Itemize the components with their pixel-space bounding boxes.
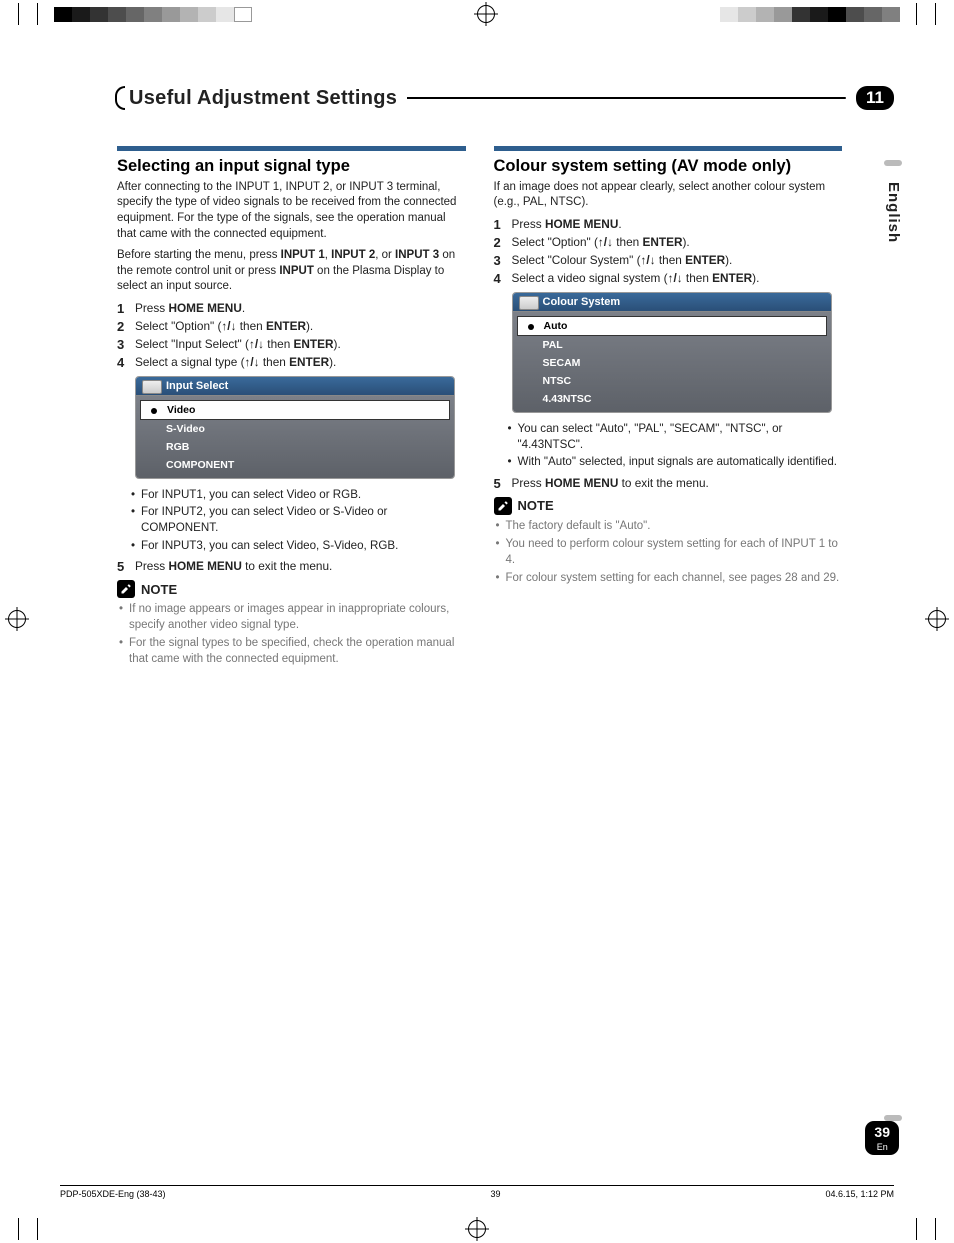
note-item: For colour system setting for each chann…: [496, 571, 843, 587]
up-down-arrow-icon: ↑/↓: [641, 253, 656, 267]
step-list: 5 Press HOME MENU to exit the menu.: [117, 559, 466, 574]
step-text: Press HOME MENU.: [512, 217, 622, 231]
osd-item: NTSC: [517, 372, 827, 390]
step-number: 1: [494, 217, 512, 232]
list-item: For INPUT2, you can select Video or S-Vi…: [131, 504, 466, 535]
footer-right: 04.6.15, 1:12 PM: [825, 1189, 894, 1199]
bullet-list: You can select "Auto", "PAL", "SECAM", "…: [508, 421, 843, 470]
registration-mark: [477, 5, 495, 23]
osd-item: SECAM: [517, 354, 827, 372]
footer-center: 39: [166, 1189, 826, 1199]
step-text: Select a video signal system (↑/↓ then E…: [512, 271, 760, 285]
up-down-arrow-icon: ↑/↓: [249, 337, 264, 351]
section-heading: Selecting an input signal type: [117, 157, 466, 176]
step-number: 2: [494, 235, 512, 250]
step-text: Select "Input Select" (↑/↓ then ENTER).: [135, 337, 341, 351]
crop-marks-top: [0, 0, 954, 28]
osd-item: 4.43NTSC: [517, 390, 827, 408]
section-heading: Colour system setting (AV mode only): [494, 157, 843, 176]
page-header: Useful Adjustment Settings 11: [115, 86, 894, 110]
bullet-list: For INPUT1, you can select Video or RGB.…: [131, 487, 466, 554]
grayscale-strip: [54, 7, 252, 22]
registration-mark-left: [8, 610, 26, 628]
osd-menu-colour-system: Colour System Auto PAL SECAM NTSC 4.43NT…: [512, 292, 832, 413]
accent-bar: [494, 146, 843, 151]
step-number: 2: [117, 319, 135, 334]
list-item: With "Auto" selected, input signals are …: [508, 454, 843, 470]
osd-title: Input Select: [136, 377, 454, 396]
note-icon: [117, 580, 135, 598]
step-text: Press HOME MENU to exit the menu.: [512, 476, 709, 490]
pre-step-note: Before starting the menu, press INPUT 1,…: [117, 248, 466, 295]
step-list: 1 Press HOME MENU. 2 Select "Option" (↑/…: [494, 217, 843, 286]
note-icon: [494, 497, 512, 515]
step-number: 4: [117, 355, 135, 370]
side-tab-pill: [884, 160, 902, 166]
page-number-lang: En: [874, 1142, 890, 1152]
note-list: The factory default is "Auto". You need …: [496, 519, 843, 587]
registration-mark: [468, 1220, 486, 1238]
step-text: Select "Option" (↑/↓ then ENTER).: [135, 319, 313, 333]
right-column: Colour system setting (AV mode only) If …: [494, 146, 843, 670]
grayscale-strip: [720, 7, 900, 22]
language-tab: English: [885, 182, 902, 243]
step-number: 3: [117, 337, 135, 352]
step-text: Select "Option" (↑/↓ then ENTER).: [512, 235, 690, 249]
step-list: 5 Press HOME MENU to exit the menu.: [494, 476, 843, 491]
up-down-arrow-icon: ↑/↓: [668, 271, 683, 285]
step-number: 5: [117, 559, 135, 574]
up-down-arrow-icon: ↑/↓: [245, 355, 260, 369]
osd-menu-input-select: Input Select Video S-Video RGB COMPONENT: [135, 376, 455, 479]
note-item: For the signal types to be specified, ch…: [119, 636, 466, 667]
osd-title: Colour System: [513, 293, 831, 312]
osd-item: S-Video: [140, 420, 450, 438]
note-list: If no image appears or images appear in …: [119, 602, 466, 667]
list-item: You can select "Auto", "PAL", "SECAM", "…: [508, 421, 843, 452]
header-rule: [407, 97, 846, 99]
page-number-badge: 39 En: [865, 1121, 899, 1155]
list-item: For INPUT3, you can select Video, S-Vide…: [131, 538, 466, 554]
osd-item-selected: Auto: [517, 316, 827, 336]
step-text: Select a signal type (↑/↓ then ENTER).: [135, 355, 336, 369]
osd-item-selected: Video: [140, 400, 450, 420]
osd-item: RGB: [140, 438, 450, 456]
left-column: Selecting an input signal type After con…: [117, 146, 466, 670]
page-number: 39: [874, 1124, 890, 1140]
note-item: You need to perform colour system settin…: [496, 537, 843, 568]
section-intro: If an image does not appear clearly, sel…: [494, 180, 843, 211]
crop-marks-bottom: [0, 1215, 954, 1243]
step-number: 4: [494, 271, 512, 286]
content-columns: Selecting an input signal type After con…: [117, 146, 842, 670]
step-text: Press HOME MENU.: [135, 301, 245, 315]
step-text: Select "Colour System" (↑/↓ then ENTER).: [512, 253, 733, 267]
chapter-badge: 11: [856, 86, 894, 110]
note-header: NOTE: [117, 580, 466, 598]
note-item: If no image appears or images appear in …: [119, 602, 466, 633]
note-item: The factory default is "Auto".: [496, 519, 843, 535]
step-list: 1 Press HOME MENU. 2 Select "Option" (↑/…: [117, 301, 466, 370]
step-text: Press HOME MENU to exit the menu.: [135, 559, 332, 573]
step-number: 3: [494, 253, 512, 268]
header-ornament: [115, 86, 125, 110]
step-number: 1: [117, 301, 135, 316]
osd-item: COMPONENT: [140, 456, 450, 474]
section-intro: After connecting to the INPUT 1, INPUT 2…: [117, 180, 466, 242]
registration-mark-right: [928, 610, 946, 628]
up-down-arrow-icon: ↑/↓: [598, 235, 613, 249]
note-label: NOTE: [141, 582, 177, 597]
note-header: NOTE: [494, 497, 843, 515]
page-title: Useful Adjustment Settings: [129, 87, 397, 110]
up-down-arrow-icon: ↑/↓: [221, 319, 236, 333]
footer-meta: PDP-505XDE-Eng (38-43) 39 04.6.15, 1:12 …: [60, 1185, 894, 1199]
step-number: 5: [494, 476, 512, 491]
note-label: NOTE: [518, 498, 554, 513]
footer-left: PDP-505XDE-Eng (38-43): [60, 1189, 166, 1199]
accent-bar: [117, 146, 466, 151]
osd-item: PAL: [517, 336, 827, 354]
list-item: For INPUT1, you can select Video or RGB.: [131, 487, 466, 503]
